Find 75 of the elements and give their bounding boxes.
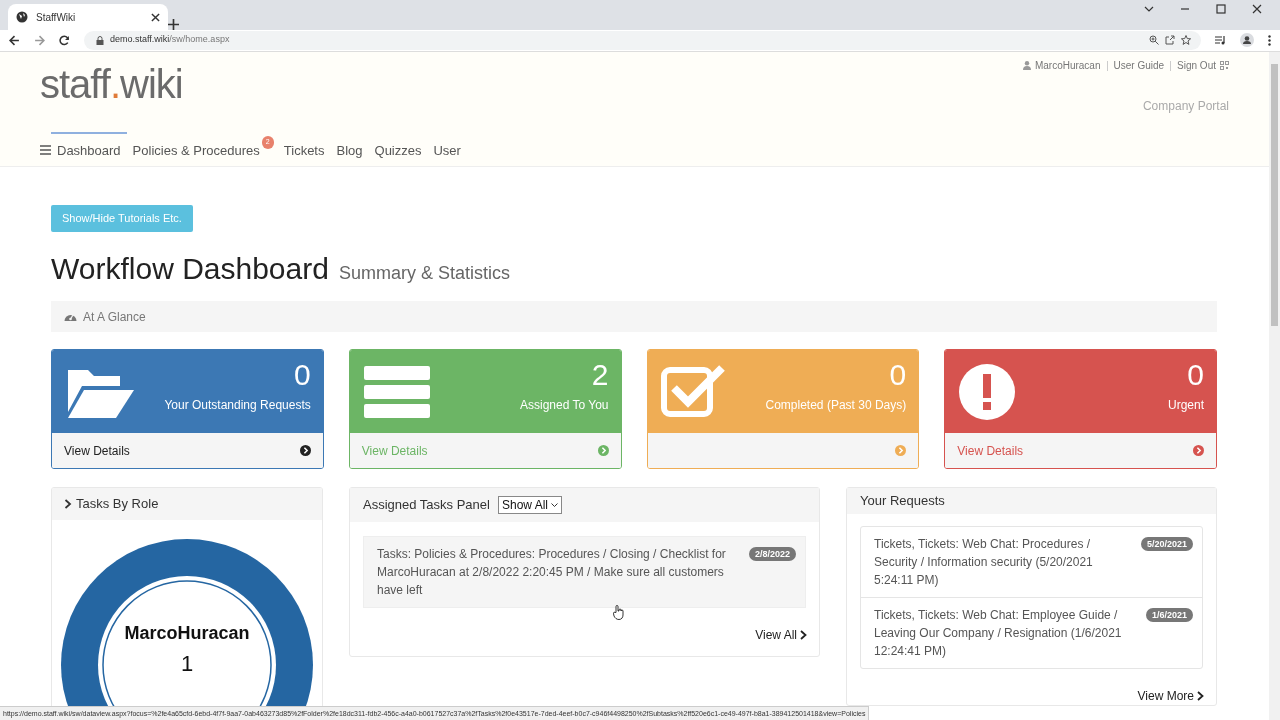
chevron-down-icon <box>551 502 558 508</box>
stat-label: Urgent <box>1167 397 1204 414</box>
nav-tab[interactable]: Tickets <box>277 132 331 168</box>
page-subtitle: Summary & Statistics <box>338 262 510 285</box>
menu-icon[interactable] <box>1268 34 1271 46</box>
section-title: At A Glance <box>83 308 146 326</box>
stat-label: Assigned To You <box>519 397 609 414</box>
panel-title: Tasks By Role <box>76 495 159 514</box>
chevron-right-icon <box>800 630 807 640</box>
close-icon[interactable] <box>151 12 160 22</box>
new-tab-icon[interactable] <box>168 19 179 30</box>
arrow-circle-icon <box>1193 445 1204 456</box>
panel-title: Your Requests <box>860 492 945 511</box>
arrow-circle-icon <box>895 445 907 456</box>
item-text: Tickets, Tickets: Web Chat: Employee Guide / Leaving Our Company / Resignation (1/6/2021 12:24:41 PM) <box>873 607 1123 660</box>
panel-title: Assigned Tasks Panel <box>363 496 490 515</box>
date-badge: 2/8/2022 <box>748 547 796 561</box>
page-title: Workflow Dashboard <box>51 251 329 287</box>
card-footer[interactable]: View Details <box>945 433 1216 468</box>
arrow-circle-icon <box>299 445 311 456</box>
chevron-right-icon <box>64 499 72 509</box>
zoom-icon[interactable] <box>1149 35 1159 45</box>
stat-count: 0 <box>889 358 907 392</box>
globe-icon <box>16 11 28 23</box>
header-link[interactable]: User Guide <box>1113 58 1165 73</box>
media-icon[interactable] <box>1215 35 1226 45</box>
view-more-link[interactable]: View More <box>1137 687 1204 705</box>
portal-label: Company Portal <box>1142 98 1229 115</box>
stat-count: 2 <box>591 358 609 392</box>
profile-icon[interactable] <box>1240 33 1254 47</box>
browser-tab[interactable]: StaffWiki <box>8 4 168 30</box>
reload-icon[interactable] <box>59 34 70 46</box>
chevron-down-icon[interactable] <box>1144 4 1154 14</box>
chart-value: 1 <box>180 650 194 678</box>
nav-tab[interactable]: Blog <box>330 132 369 168</box>
task-item[interactable]: Tasks: Policies & Procedures: Procedures / Closing / Checklist for MarcoHuracan at 2/8/2022 2:20:45 PM / Make sure all customers have left 2/8/2022 <box>363 536 806 608</box>
filter-dropdown[interactable]: Show All <box>497 496 562 514</box>
hand-cursor-icon <box>613 605 625 620</box>
address-bar[interactable]: demo.staff.wiki/sw/home.aspx <box>84 30 1201 50</box>
stat-label: Your Outstanding Requests <box>164 397 311 414</box>
chevron-right-icon <box>1197 691 1204 701</box>
nav-tab[interactable]: User <box>427 132 467 168</box>
maximize-icon[interactable] <box>1216 4 1226 14</box>
nav-tab[interactable]: Quizzes <box>368 132 428 168</box>
date-badge: 1/6/2021 <box>1145 608 1193 622</box>
star-icon[interactable] <box>1181 35 1191 45</box>
view-details-link[interactable]: View Details <box>64 441 130 460</box>
stat-count: 0 <box>1187 358 1204 392</box>
scrollbar[interactable] <box>1269 52 1280 720</box>
view-details-link[interactable]: View Details <box>957 441 1024 460</box>
url-text: demo.staff.wiki/sw/home.aspx <box>110 33 231 47</box>
nav-tab[interactable]: Policies & Procedures <box>126 132 262 168</box>
card-footer[interactable]: View Details <box>52 433 323 468</box>
user-link[interactable]: MarcoHuracan <box>1034 58 1101 73</box>
item-text: Tickets, Tickets: Web Chat: Procedures / Security / Information security (5/20/2021 5:24:11 PM) <box>873 536 1094 589</box>
item-text: Tasks: Policies & Procedures: Procedures / Closing / Checklist for MarcoHuracan at 2/8/2022 2:20:45 PM / Make sure all customers have left <box>376 546 727 599</box>
back-icon[interactable] <box>9 34 20 46</box>
lock-icon <box>96 35 104 45</box>
view-all-link[interactable]: View All <box>755 626 807 644</box>
qr-icon[interactable] <box>1220 61 1229 70</box>
arrow-circle-icon <box>597 445 609 456</box>
request-item[interactable]: Tickets, Tickets: Web Chat: Procedures / Security / Information security (5/20/2021 5:24:11 PM) 5/20/2021 <box>861 527 1202 597</box>
chart-label: MarcoHuracan <box>124 622 250 645</box>
share-icon[interactable] <box>1165 35 1175 45</box>
close-icon[interactable] <box>1252 4 1262 14</box>
date-badge: 5/20/2021 <box>1140 537 1193 551</box>
nav-tab[interactable]: Dashboard <box>51 132 127 168</box>
stat-count: 0 <box>294 358 311 392</box>
tab-title: StaffWiki <box>36 10 77 25</box>
request-item[interactable]: Tickets, Tickets: Web Chat: Employee Guide / Leaving Our Company / Resignation (1/6/2021 12:24:41 PM) 1/6/2021 <box>861 597 1202 668</box>
user-icon <box>1022 61 1031 70</box>
logo[interactable]: staff.wiki <box>40 64 183 104</box>
stat-label: Completed (Past 30 Days) <box>765 397 907 414</box>
header-link[interactable]: Sign Out <box>1177 58 1216 73</box>
forward-icon[interactable] <box>34 34 45 46</box>
